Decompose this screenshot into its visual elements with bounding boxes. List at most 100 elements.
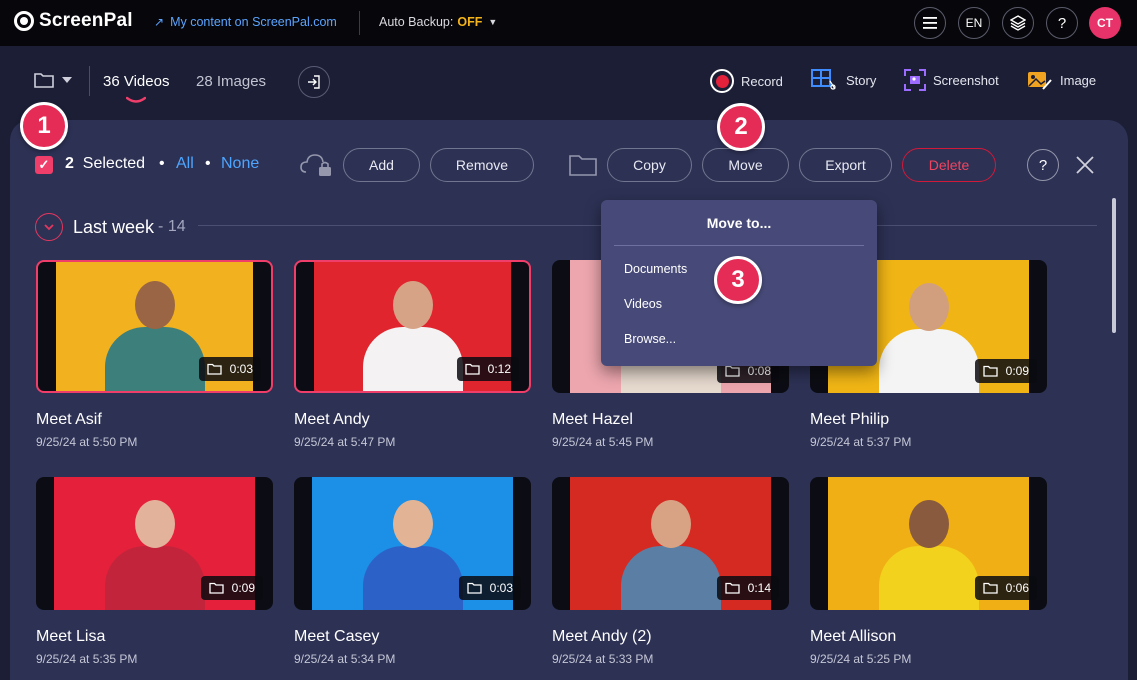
menu-title: Move to... [706,215,772,231]
video-card[interactable]: 0:12 Meet Andy 9/25/24 at 5:47 PM [294,260,531,449]
folder-icon [982,365,998,377]
story-tool[interactable]: Story [811,69,876,91]
video-title[interactable]: Meet Casey [294,628,531,646]
selected-count: 2 Selected [65,155,146,172]
my-content-link[interactable]: ↗ My content on ScreenPal.com [154,15,337,29]
video-card[interactable]: 0:09 Meet Lisa 9/25/24 at 5:35 PM [36,477,273,666]
hamburger-icon [923,17,937,29]
video-thumbnail[interactable]: 0:06 [810,477,1047,610]
folder-icon [724,365,740,377]
duration-text: 0:09 [231,581,255,595]
menu-item-browse[interactable]: Browse... [624,332,676,346]
folder-icon [464,363,480,375]
divider [359,11,360,35]
video-thumbnail[interactable]: 0:12 [294,260,531,393]
record-tool[interactable]: Record [710,69,783,93]
add-button[interactable]: Add [343,148,420,182]
video-date: 9/25/24 at 5:25 PM [810,652,912,666]
tab-videos[interactable]: 36 Videos [103,73,169,90]
duration-badge: 0:03 [198,357,261,381]
step-badge-2: 2 [717,103,765,151]
chevron-down-icon [44,223,54,230]
logo-text: ScreenPal [39,10,133,31]
select-none-link[interactable]: None [221,155,259,173]
screenshot-tool[interactable]: Screenshot [904,69,999,91]
video-date: 9/25/24 at 5:45 PM [552,435,654,449]
folder-icon [34,73,54,88]
scrollbar[interactable] [1112,198,1116,333]
video-title[interactable]: Meet Andy [294,411,531,429]
copy-button[interactable]: Copy [607,148,692,182]
video-date: 9/25/24 at 5:35 PM [36,652,138,666]
video-title[interactable]: Meet Allison [810,628,1047,646]
collapse-button[interactable] [35,213,63,241]
record-icon [710,69,734,93]
move-button[interactable]: Move [702,148,789,182]
video-card[interactable]: 0:03 Meet Asif 9/25/24 at 5:50 PM [36,260,273,449]
separator-dot: • [205,155,211,172]
export-button[interactable]: Export [799,148,892,182]
duration-text: 0:12 [487,362,511,376]
help-button[interactable]: ? [1027,149,1059,181]
section-count: - 14 [158,218,186,235]
my-content-prefix: My content on [170,15,253,29]
duration-text: 0:08 [747,364,771,378]
layers-icon [1010,15,1026,31]
my-content-brand: ScreenPal.com [252,15,337,29]
folder-icon [982,582,998,594]
duration-badge: 0:09 [200,576,263,600]
delete-button[interactable]: Delete [902,148,996,182]
language-button[interactable]: EN [958,7,990,39]
image-tool[interactable]: Image [1027,69,1096,91]
duration-text: 0:14 [747,581,771,595]
video-title[interactable]: Meet Hazel [552,411,789,429]
video-title[interactable]: Meet Philip [810,411,1047,429]
library-toolbar: 36 Videos 28 Images Record Story Screens… [0,46,1137,120]
video-thumbnail[interactable]: 0:03 [294,477,531,610]
duration-badge: 0:14 [716,576,779,600]
video-card[interactable]: 0:06 Meet Allison 9/25/24 at 5:25 PM [810,477,1047,666]
video-title[interactable]: Meet Lisa [36,628,273,646]
video-date: 9/25/24 at 5:37 PM [810,435,912,449]
video-thumbnail[interactable]: 0:14 [552,477,789,610]
user-avatar[interactable]: CT [1089,7,1121,39]
remove-button[interactable]: Remove [430,148,534,182]
layers-button[interactable] [1002,7,1034,39]
step-badge-1: 1 [20,102,68,150]
auto-backup-status: OFF [457,15,483,29]
separator-dot: • [159,155,165,172]
person-illustration [95,490,215,610]
menu-item-videos[interactable]: Videos [624,297,662,311]
duration-text: 0:03 [229,362,253,376]
story-label: Story [846,72,877,88]
video-thumbnail[interactable]: 0:09 [36,477,273,610]
select-checkbox[interactable]: ✓ [35,156,53,174]
person-illustration [869,273,989,393]
video-date: 9/25/24 at 5:33 PM [552,652,654,666]
video-title[interactable]: Meet Andy (2) [552,628,789,646]
folder-icon [724,582,740,594]
duration-badge: 0:09 [974,359,1037,383]
menu-button[interactable] [914,7,946,39]
video-title[interactable]: Meet Asif [36,411,273,429]
import-button[interactable] [298,66,330,98]
duration-text: 0:09 [1005,364,1029,378]
close-icon[interactable] [1075,155,1095,175]
video-card[interactable]: 0:03 Meet Casey 9/25/24 at 5:34 PM [294,477,531,666]
cloud-lock-icon [300,154,331,176]
video-card[interactable]: 0:14 Meet Andy (2) 9/25/24 at 5:33 PM [552,477,789,666]
duration-badge: 0:12 [456,357,519,381]
auto-backup-toggle[interactable]: Auto Backup: OFF ▼ [379,15,497,29]
menu-item-documents[interactable]: Documents [624,262,687,276]
import-icon [308,75,320,89]
image-edit-icon [1028,72,1052,90]
screenpal-logo[interactable]: ScreenPal [14,10,133,32]
select-all-link[interactable]: All [176,155,194,173]
tab-images[interactable]: 28 Images [196,73,266,90]
caret-down-icon: ▼ [488,17,498,27]
top-bar: ScreenPal ↗ My content on ScreenPal.com … [0,0,1137,46]
video-date: 9/25/24 at 5:47 PM [294,435,396,449]
video-thumbnail[interactable]: 0:03 [36,260,273,393]
help-button[interactable]: ? [1046,7,1078,39]
folder-dropdown[interactable] [34,72,72,88]
